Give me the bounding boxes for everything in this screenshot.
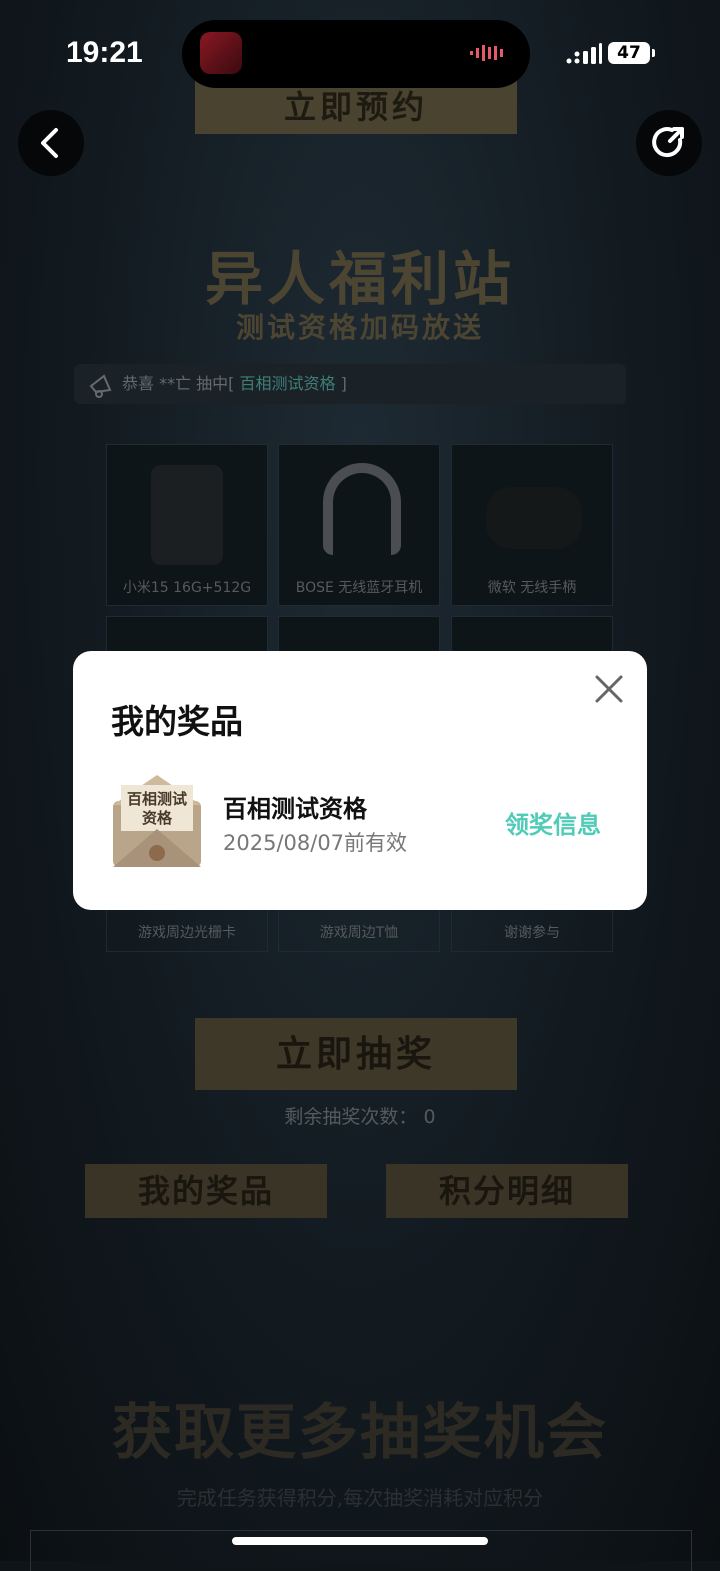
home-indicator[interactable] bbox=[232, 1537, 488, 1545]
points-detail-button[interactable]: 积分明细 bbox=[386, 1164, 628, 1218]
signal-icon bbox=[566, 43, 602, 70]
battery-cap bbox=[652, 49, 655, 57]
chevron-left-icon bbox=[41, 128, 58, 158]
prize-label: 游戏周边T恤 bbox=[319, 925, 399, 941]
envelope-text-line2: 资格 bbox=[142, 809, 173, 827]
dynamic-island[interactable] bbox=[182, 20, 530, 88]
controller-image bbox=[486, 487, 582, 549]
megaphone-icon bbox=[88, 364, 114, 417]
headphones-image bbox=[323, 463, 401, 555]
status-time: 19:21 bbox=[66, 36, 143, 69]
prize-label: 谢谢参与 bbox=[504, 925, 560, 941]
dialog-title: 我的奖品 bbox=[111, 702, 243, 741]
prize-label: 小米15 16G+512G bbox=[122, 580, 252, 596]
share-icon bbox=[652, 127, 684, 158]
prize-cell-top-edge bbox=[278, 616, 440, 652]
winner-notice-bar: 恭喜 **亡 抽中[ 百相测试资格 ] bbox=[74, 364, 626, 404]
prize-envelope-image: 百相测试 资格 bbox=[111, 771, 203, 869]
more-chances-title: 获取更多抽奖机会 bbox=[112, 1398, 608, 1468]
prize-cell-phone: 小米15 16G+512G bbox=[106, 444, 268, 606]
prize-label: BOSE 无线蓝牙耳机 bbox=[295, 580, 423, 596]
app-icon bbox=[200, 32, 242, 74]
my-prizes-dialog: 我的奖品 百相测试 资格 百相测试资格 2025/08/07前有效 领奖信息 bbox=[73, 651, 647, 910]
back-button[interactable] bbox=[18, 110, 84, 176]
prize-label: 游戏周边光栅卡 bbox=[138, 925, 236, 941]
prize-cell-top-edge bbox=[451, 616, 613, 652]
more-chances-subtitle: 完成任务获得积分,每次抽奖消耗对应积分 bbox=[176, 1486, 544, 1510]
share-button[interactable] bbox=[636, 110, 702, 176]
close-button[interactable] bbox=[591, 671, 627, 707]
prize-cell-controller: 微软 无线手柄 bbox=[451, 444, 613, 606]
prize-label: 微软 无线手柄 bbox=[487, 580, 577, 596]
battery-icon: 47 bbox=[608, 42, 650, 64]
phone-image bbox=[151, 465, 223, 565]
audio-wave-icon bbox=[470, 44, 508, 67]
page-subtitle: 测试资格加码放送 bbox=[235, 311, 484, 344]
page-title: 异人福利站 bbox=[204, 245, 515, 313]
status-bar: 19:21 47 bbox=[0, 0, 720, 100]
prize-name: 百相测试资格 bbox=[223, 795, 367, 823]
remaining-draws: 剩余抽奖次数： 0 bbox=[284, 1106, 436, 1128]
prize-cell-top-edge bbox=[106, 616, 268, 652]
my-prizes-button[interactable]: 我的奖品 bbox=[85, 1164, 327, 1218]
prize-cell-headphones: BOSE 无线蓝牙耳机 bbox=[278, 444, 440, 606]
notice-text: 恭喜 **亡 抽中[ 百相测试资格 ] bbox=[122, 374, 347, 393]
envelope-text-line1: 百相测试 bbox=[127, 790, 187, 808]
prize-expiry: 2025/08/07前有效 bbox=[223, 831, 408, 855]
close-icon bbox=[595, 675, 623, 703]
draw-button[interactable]: 立即抽奖 bbox=[195, 1018, 517, 1090]
claim-info-link[interactable]: 领奖信息 bbox=[505, 805, 601, 840]
